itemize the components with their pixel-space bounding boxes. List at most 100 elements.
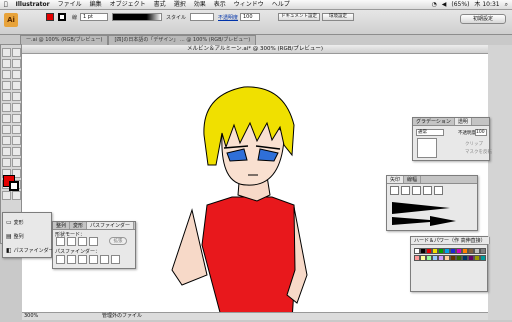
control-stroke-swatch[interactable] <box>58 13 66 21</box>
menu-select[interactable]: 選択 <box>170 0 190 10</box>
clock[interactable]: 木 10:31 <box>474 0 499 10</box>
tab-transform[interactable]: 変形 <box>70 222 88 229</box>
gradient-tool-icon[interactable] <box>12 147 21 156</box>
doc-tab-1[interactable]: ー.ai @ 100% (RGB/ブレビュー) <box>20 35 109 45</box>
arrow-brush-5-icon[interactable] <box>434 186 443 195</box>
app-menu[interactable]: Illustrator <box>12 0 54 10</box>
merge-button[interactable] <box>78 255 87 264</box>
document-title: メルビン＆アルミーン.ai* @ 300% (RGB/プレビュー) <box>22 45 488 54</box>
pen-tool-icon[interactable] <box>2 70 11 79</box>
perspective-grid-tool-icon[interactable] <box>12 136 21 145</box>
menu-file[interactable]: ファイル <box>54 0 86 10</box>
pencil-tool-icon[interactable] <box>12 92 21 101</box>
invert-mask-checkbox[interactable]: マスクを反転 <box>465 149 492 155</box>
paintbrush-tool-icon[interactable] <box>2 92 11 101</box>
brush-stroke-previews[interactable] <box>390 198 470 226</box>
document-tabs: ー.ai @ 100% (RGB/ブレビュー) [四]の日本語の「デザイン」 .… <box>20 35 390 45</box>
exclude-button[interactable] <box>89 237 98 246</box>
stroke-swatch[interactable] <box>9 181 19 191</box>
vertical-scrollbar[interactable] <box>488 45 512 320</box>
style-dropdown[interactable] <box>190 13 214 21</box>
panel-row-transform[interactable]: ▭ 変形 <box>6 219 24 226</box>
scale-tool-icon[interactable] <box>12 114 21 123</box>
blend-tool-icon[interactable] <box>12 158 21 167</box>
type-tool-icon[interactable] <box>12 70 21 79</box>
status-bar: 300% 管理外のファイル <box>22 312 488 320</box>
minus-back-button[interactable] <box>111 255 120 264</box>
tab-transparency[interactable]: 透明 <box>454 118 472 125</box>
direct-selection-tool-icon[interactable] <box>12 48 21 57</box>
tab-gradient[interactable]: グラデーション <box>413 118 455 125</box>
hand-tool-icon[interactable] <box>2 191 11 200</box>
blob-brush-tool-icon[interactable] <box>2 103 11 112</box>
menu-object[interactable]: オブジェクト <box>106 0 150 10</box>
rotate-tool-icon[interactable] <box>2 114 11 123</box>
intersect-button[interactable] <box>78 237 87 246</box>
stroke-label: 線 <box>72 15 78 21</box>
clip-checkbox[interactable]: クリップ <box>465 141 483 147</box>
blend-mode-dropdown[interactable]: 通常 <box>416 129 444 136</box>
style-label: スタイル <box>166 15 187 21</box>
minus-front-button[interactable] <box>67 237 76 246</box>
panel-row-align[interactable]: ▤ 整列 <box>6 233 24 240</box>
tab-align[interactable]: 整列 <box>53 222 71 229</box>
menu-type[interactable]: 書式 <box>150 0 170 10</box>
workspace-button[interactable]: 初期設定 <box>460 14 506 24</box>
rectangle-tool-icon[interactable] <box>12 81 21 90</box>
pathfinder-tabs: 整列 変形 パスファインダー <box>53 222 135 230</box>
menu-window[interactable]: ウィンドウ <box>230 0 268 10</box>
menu-edit[interactable]: 編集 <box>86 0 106 10</box>
eraser-tool-icon[interactable] <box>12 103 21 112</box>
pathfinder-icon: ◧ <box>6 247 12 254</box>
arrow-brush-3-icon[interactable] <box>412 186 421 195</box>
tab-arrows[interactable]: 矢印 <box>387 176 405 183</box>
trim-button[interactable] <box>67 255 76 264</box>
doc-tab-2[interactable]: [四]の日本語の「デザイン」 ... @ 100% (RGB/ブレビュー) <box>108 35 257 45</box>
opacity-field[interactable]: 100 <box>240 13 260 21</box>
selection-tool-icon[interactable] <box>2 48 11 57</box>
menu-help[interactable]: ヘルプ <box>268 0 294 10</box>
swatch-cell[interactable] <box>480 255 486 261</box>
control-fill-swatch[interactable] <box>46 13 54 21</box>
tab-width[interactable]: 線幅 <box>404 176 422 183</box>
outline-button[interactable] <box>100 255 109 264</box>
opacity-link[interactable]: 不透明度 <box>218 14 238 21</box>
opacity-panel-field[interactable]: 100 <box>475 129 487 136</box>
arrow-brush-2-icon[interactable] <box>401 186 410 195</box>
preferences-button[interactable]: 環境設定 <box>322 13 354 21</box>
magic-wand-tool-icon[interactable] <box>2 59 11 68</box>
eyedropper-tool-icon[interactable] <box>2 158 11 167</box>
mesh-tool-icon[interactable] <box>2 147 11 156</box>
tab-swatches[interactable]: ハード＆パワー（作 高伸直接） <box>411 237 490 244</box>
wifi-icon[interactable]: ◔ <box>432 0 437 10</box>
expand-button[interactable]: 拡張 <box>109 237 127 245</box>
arrow-stroke-icon <box>392 216 456 226</box>
arrow-brush-1-icon[interactable] <box>390 186 399 195</box>
panel-row-pathfinder[interactable]: ◧ パスファインダー <box>6 247 54 254</box>
brush-definition-dropdown[interactable] <box>112 13 162 21</box>
spotlight-icon[interactable]: ⌕ <box>505 0 508 10</box>
lasso-tool-icon[interactable] <box>12 59 21 68</box>
zoom-tool-icon[interactable] <box>12 191 21 200</box>
zoom-field[interactable]: 300% <box>24 313 38 320</box>
menu-effect[interactable]: 効果 <box>190 0 210 10</box>
apple-menu[interactable]:  <box>0 0 12 10</box>
arrow-brush-4-icon[interactable] <box>423 186 432 195</box>
crop-button[interactable] <box>89 255 98 264</box>
shape-builder-tool-icon[interactable] <box>2 136 11 145</box>
line-tool-icon[interactable] <box>2 81 11 90</box>
transparency-thumbnail[interactable] <box>417 138 437 158</box>
swatch-cell[interactable] <box>480 248 486 254</box>
unite-button[interactable] <box>56 237 65 246</box>
swatches-tabs: ハード＆パワー（作 高伸直接） <box>411 237 490 245</box>
warp-tool-icon[interactable] <box>2 125 11 134</box>
brushes-panel: 矢印 線幅 <box>386 175 478 231</box>
document-setup-button[interactable]: ドキュメント設定 <box>278 13 320 21</box>
divide-button[interactable] <box>56 255 65 264</box>
volume-icon[interactable]: ◀ <box>442 0 447 10</box>
tab-pathfinder[interactable]: パスファインダー <box>87 222 135 229</box>
stroke-weight-field[interactable]: 1 pt <box>80 13 108 21</box>
battery-status[interactable]: (65%) <box>451 0 469 10</box>
menu-view[interactable]: 表示 <box>210 0 230 10</box>
free-transform-tool-icon[interactable] <box>12 125 21 134</box>
